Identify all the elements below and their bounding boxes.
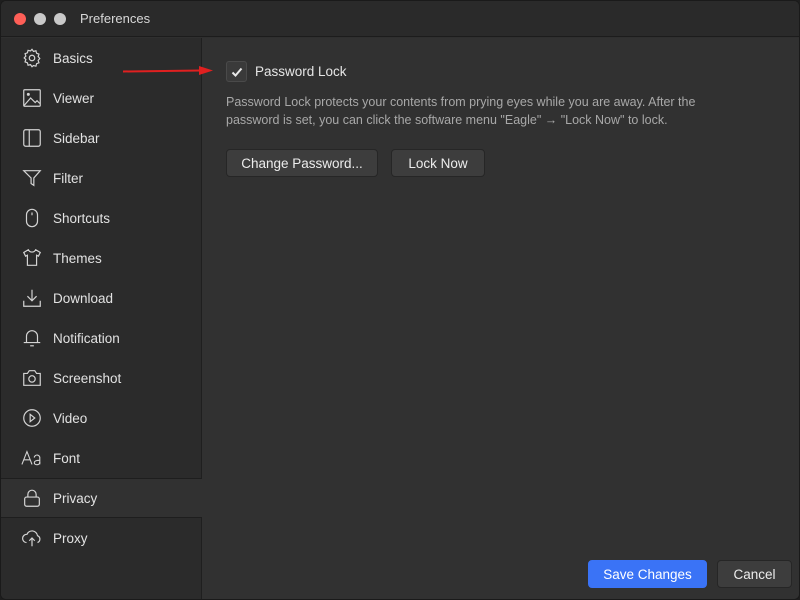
sidebar-item-label: Screenshot	[53, 370, 122, 386]
password-lock-checkbox[interactable]	[226, 61, 247, 82]
mouse-icon	[21, 207, 43, 229]
sidebar-icon	[21, 127, 43, 149]
minimize-button[interactable]	[34, 12, 46, 25]
lock-icon	[21, 487, 43, 509]
password-lock-description: Password Lock protects your contents fro…	[226, 95, 696, 127]
preferences-sidebar: Basics Viewer Sidebar Filter Shortcuts T…	[1, 38, 203, 599]
sidebar-item-sidebar[interactable]: Sidebar	[1, 118, 201, 158]
sidebar-item-font[interactable]: Font	[1, 438, 201, 478]
window-title: Preferences	[80, 11, 151, 26]
sidebar-item-label: Notification	[53, 330, 120, 346]
download-icon	[21, 287, 43, 309]
sidebar-item-notification[interactable]: Notification	[1, 318, 201, 358]
sidebar-item-label: Download	[53, 290, 114, 306]
font-icon	[21, 447, 43, 469]
tshirt-icon	[21, 247, 43, 269]
cancel-button[interactable]: Cancel	[717, 560, 792, 588]
sidebar-item-label: Font	[53, 450, 81, 466]
sidebar-item-proxy[interactable]: Proxy	[1, 518, 201, 558]
window-controls	[14, 12, 66, 25]
title-bar: Preferences	[1, 1, 799, 37]
maximize-button[interactable]	[54, 12, 66, 25]
preferences-window: Preferences Basics Viewer Sidebar Filter	[0, 0, 800, 600]
sidebar-item-privacy[interactable]: Privacy	[1, 478, 203, 518]
sidebar-item-label: Basics	[53, 50, 93, 66]
filter-icon	[21, 167, 43, 189]
sidebar-item-download[interactable]: Download	[1, 278, 201, 318]
save-changes-button[interactable]: Save Changes	[588, 560, 707, 588]
change-password-button[interactable]: Change Password...	[226, 149, 378, 177]
sidebar-item-screenshot[interactable]: Screenshot	[1, 358, 201, 398]
gear-icon	[21, 47, 43, 69]
annotation-arrow-icon	[123, 66, 213, 75]
sidebar-item-filter[interactable]: Filter	[1, 158, 201, 198]
close-button[interactable]	[14, 12, 26, 25]
sidebar-item-label: Video	[53, 410, 88, 426]
sidebar-item-label: Viewer	[53, 90, 95, 106]
sidebar-item-viewer[interactable]: Viewer	[1, 78, 201, 118]
privacy-panel: Password Lock Password Lock protects you…	[202, 38, 799, 599]
lock-now-button[interactable]: Lock Now	[391, 149, 485, 177]
sidebar-item-label: Themes	[53, 250, 102, 266]
sidebar-item-video[interactable]: Video	[1, 398, 201, 438]
play-circle-icon	[21, 407, 43, 429]
sidebar-item-label: Privacy	[53, 490, 98, 506]
sidebar-item-shortcuts[interactable]: Shortcuts	[1, 198, 201, 238]
cloud-upload-icon	[21, 527, 43, 549]
image-icon	[21, 87, 43, 109]
password-lock-label: Password Lock	[255, 64, 347, 79]
camera-icon	[21, 367, 43, 389]
sidebar-item-label: Shortcuts	[53, 210, 111, 226]
sidebar-item-label: Sidebar	[53, 130, 100, 146]
bell-icon	[21, 327, 43, 349]
sidebar-item-themes[interactable]: Themes	[1, 238, 201, 278]
checkmark-icon	[231, 67, 242, 77]
password-lock-row: Password Lock	[226, 61, 347, 82]
sidebar-item-label: Proxy	[53, 530, 88, 546]
sidebar-item-label: Filter	[53, 170, 83, 186]
